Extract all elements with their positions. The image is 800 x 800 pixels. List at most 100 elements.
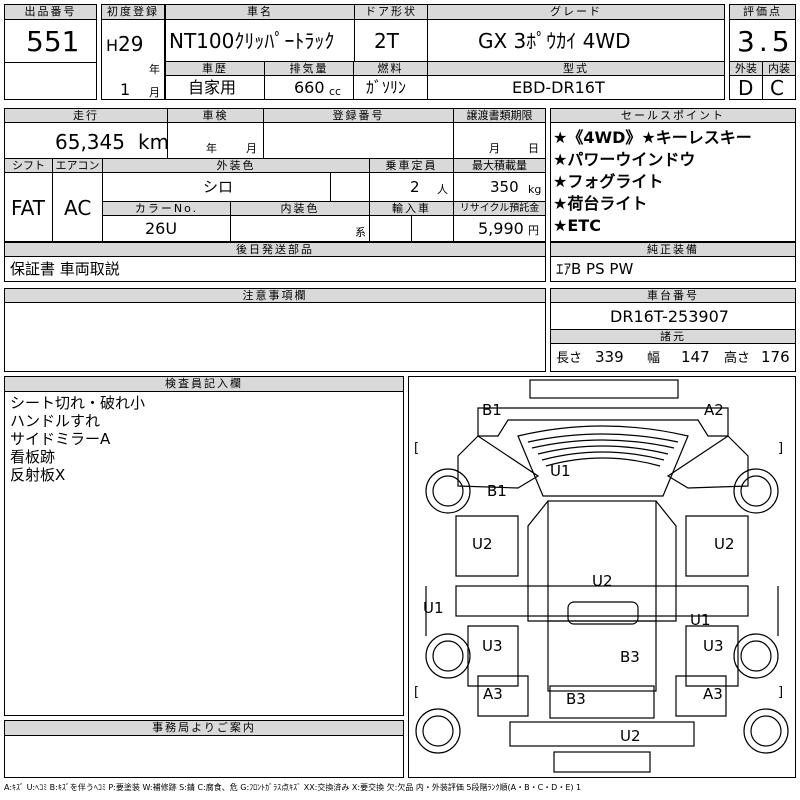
- first-reg-label: 初度登録: [101, 4, 165, 20]
- recycle: 5,990: [478, 219, 524, 238]
- length-label: 長さ: [556, 351, 583, 366]
- rear-panel: [553, 751, 651, 773]
- displacement: 660: [294, 78, 325, 97]
- inspector-line-5: 反射板X: [10, 466, 66, 484]
- ac-label: エアコン: [52, 158, 103, 173]
- mark-a3-right: A3: [703, 685, 723, 703]
- history-label: 車歴: [165, 61, 265, 76]
- chassis-label: 車台番号: [550, 288, 796, 303]
- transfer-day: 日: [528, 142, 539, 155]
- score: 3.5: [737, 25, 794, 58]
- mark-u1-hood: U1: [550, 462, 571, 480]
- car-name-label: 車名: [165, 4, 355, 20]
- exterior-label: 外装: [729, 61, 763, 76]
- displacement-unit: cc: [329, 85, 342, 98]
- inspector-line-4: 看板跡: [10, 448, 56, 466]
- inspector-line-1: シート切れ・破れ小: [10, 394, 146, 412]
- mark-b1-front: B1: [482, 401, 502, 419]
- bracket-left-1: [: [414, 441, 420, 456]
- shift-label: シフト: [4, 158, 53, 173]
- transfer-label: 譲渡書類期限: [453, 108, 546, 123]
- later-parts-label: 後日発送部品: [4, 242, 546, 257]
- lot-label: 出品番号: [4, 4, 97, 20]
- mark-u2-left-door: U2: [472, 535, 493, 553]
- max-load: 350: [490, 178, 519, 196]
- bracket-right-2: ]: [778, 685, 784, 700]
- inspection-month-unit: 月: [246, 142, 257, 155]
- sales-point-2: ★パワーウインドウ: [553, 150, 696, 169]
- inspector-label: 検査員記入欄: [4, 376, 404, 392]
- inspector-line-3: サイドミラーA: [10, 430, 111, 448]
- fuel: ｶﾞｿﾘﾝ: [366, 78, 407, 97]
- mark-a3-left: A3: [483, 685, 503, 703]
- door-type: 2T: [374, 29, 399, 53]
- left-front-fender: [457, 435, 540, 489]
- reg-year: 29: [118, 32, 144, 56]
- model-label: 型式: [427, 61, 725, 76]
- exterior-grade: D: [738, 76, 754, 100]
- bracket-left-2: [: [414, 685, 420, 700]
- cabin-roof: [547, 500, 657, 622]
- mark-u2-cabin: U2: [592, 572, 613, 590]
- max-load-unit: kg: [528, 183, 542, 196]
- height-label: 高さ: [724, 351, 751, 366]
- ac: AC: [64, 196, 92, 220]
- rear-bumper: [509, 721, 695, 747]
- specs-box: [4, 108, 546, 242]
- era: H: [106, 36, 119, 55]
- capacity-label: 乗車定員: [369, 158, 454, 173]
- shift: FAT: [11, 196, 46, 220]
- length: 339: [595, 348, 624, 366]
- capacity: 2: [410, 178, 420, 196]
- office-label: 事務局よりご案内: [4, 720, 404, 736]
- height: 176: [761, 348, 790, 366]
- front-bumper: [477, 407, 729, 437]
- int-color-unit: 系: [355, 226, 366, 239]
- mark-u1-left-side: U1: [423, 599, 444, 617]
- car-name: NT100ｸﾘｯﾊﾟｰﾄﾗｯｸ: [169, 29, 335, 53]
- legend: A:ｷｽﾞ U:ﾍｺﾐ B:ｷｽﾞを伴うﾍｺﾐ P:要塗装 W:補修跡 S:錆 …: [4, 783, 582, 792]
- mileage-unit: km: [138, 130, 170, 154]
- recycle-label: リサイクル預託金: [453, 201, 546, 216]
- color-no: 26U: [145, 219, 178, 238]
- year-unit: 年: [149, 63, 160, 76]
- history: 自家用: [188, 78, 237, 97]
- front-bumper-top: [529, 379, 679, 399]
- equipment-label: 純正装備: [550, 242, 796, 257]
- grade: GX 3ﾎﾟｳｶｲ 4WD: [478, 29, 631, 53]
- width: 147: [681, 348, 710, 366]
- reg-no-label: 登録番号: [263, 108, 454, 123]
- displacement-label: 排気量: [264, 61, 354, 76]
- fuel-label: 燃料: [353, 61, 428, 76]
- model: EBD-DR16T: [512, 78, 605, 97]
- interior-label: 内装: [762, 61, 796, 76]
- int-color-label: 内装色: [230, 201, 370, 216]
- transfer-month: 月: [489, 142, 500, 155]
- sales-label: セールスポイント: [550, 108, 796, 123]
- mark-b3-tailgate: B3: [566, 690, 586, 708]
- auction-sheet: { "header": { "lot_label": "出品番号", "lot_…: [0, 0, 800, 800]
- chassis-number: DR16T-253907: [610, 307, 729, 326]
- mark-u3-left: U3: [482, 637, 503, 655]
- mark-a2-front: A2: [704, 401, 724, 419]
- max-load-label: 最大積載量: [453, 158, 546, 173]
- color: シロ: [203, 178, 234, 196]
- month-unit: 月: [149, 86, 160, 99]
- sales-point-1: ★《4WD》★キーレスキー: [553, 128, 752, 147]
- color-label: 外装色: [102, 158, 370, 173]
- mark-u1-right-side: U1: [690, 611, 711, 629]
- inspection-year-unit: 年: [206, 142, 217, 155]
- right-front-fender: [666, 435, 749, 489]
- color-no-label: カラーNo.: [102, 201, 231, 216]
- sales-point-3: ★フォグライト: [553, 172, 664, 191]
- dims-label: 諸元: [550, 329, 796, 344]
- door-label: ドア形状: [354, 4, 428, 20]
- mileage: 65,345: [55, 130, 125, 154]
- width-label: 幅: [647, 351, 661, 366]
- mark-u2-rear: U2: [620, 727, 641, 745]
- score-label: 評価点: [729, 4, 796, 20]
- mark-u3-right: U3: [703, 637, 724, 655]
- mileage-label: 走行: [4, 108, 168, 123]
- equipment: ｴｱB PS PW: [556, 260, 634, 278]
- capacity-unit: 人: [437, 183, 448, 196]
